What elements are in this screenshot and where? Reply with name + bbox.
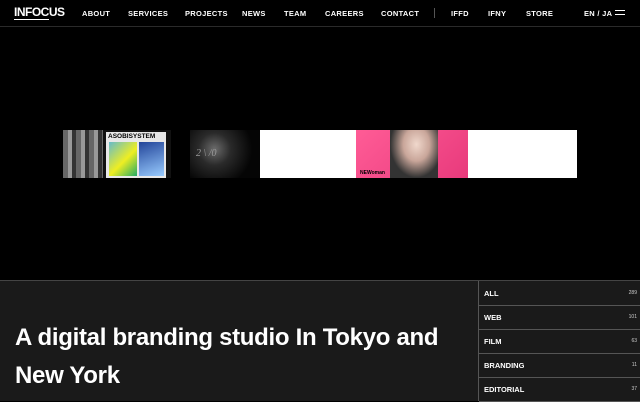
project-image bbox=[109, 142, 137, 176]
category-film[interactable]: FILM 63 bbox=[479, 329, 640, 354]
category-name: WEB bbox=[484, 313, 502, 322]
infocus-logo[interactable]: INFOCUS bbox=[14, 6, 65, 18]
category-name: EDITORIAL bbox=[484, 385, 525, 394]
category-count: 101 bbox=[628, 314, 637, 320]
project-thumbnail-label: 2 \ /0 bbox=[196, 148, 217, 159]
nav-about[interactable]: ABOUT bbox=[82, 9, 110, 18]
category-name: FILM bbox=[484, 337, 502, 346]
category-name: BRANDING bbox=[484, 361, 525, 370]
category-count: 289 bbox=[628, 290, 637, 296]
hero-carousel: ASOBISYSTEM 2 \ /0 NEWoman bbox=[0, 27, 640, 279]
project-thumbnail-label: ASOBISYSTEM bbox=[108, 133, 156, 140]
category-count: 63 bbox=[631, 338, 637, 344]
project-thumbnail-film[interactable]: 2 \ /0 bbox=[190, 130, 260, 178]
top-navigation: INFOCUS ABOUT SERVICES PROJECTS NEWS TEA… bbox=[0, 0, 640, 27]
nav-team[interactable]: TEAM bbox=[284, 9, 306, 18]
nav-services[interactable]: SERVICES bbox=[128, 9, 168, 18]
hamburger-menu-icon[interactable] bbox=[615, 10, 625, 18]
nav-projects[interactable]: PROJECTS bbox=[185, 9, 228, 18]
category-filter-list: ALL 289 WEB 101 FILM 63 BRANDING 11 EDIT… bbox=[478, 281, 640, 402]
nav-divider bbox=[434, 8, 435, 18]
category-editorial[interactable]: EDITORIAL 37 bbox=[479, 377, 640, 402]
language-switch[interactable]: EN / JA bbox=[584, 9, 612, 18]
category-all[interactable]: ALL 289 bbox=[479, 281, 640, 306]
intro-section: A digital branding studio In Tokyo and N… bbox=[0, 280, 640, 402]
project-thumbnail-newoman[interactable]: NEWoman bbox=[260, 130, 577, 178]
project-image bbox=[139, 142, 164, 176]
category-count: 11 bbox=[631, 362, 637, 368]
project-thumbnail-label: NEWoman bbox=[360, 170, 385, 176]
page-headline: A digital branding studio In Tokyo and N… bbox=[15, 324, 439, 389]
project-image bbox=[63, 130, 103, 178]
category-name: ALL bbox=[484, 289, 499, 298]
project-image bbox=[390, 130, 438, 178]
category-web[interactable]: WEB 101 bbox=[479, 305, 640, 330]
nav-ifny[interactable]: IFNY bbox=[488, 9, 506, 18]
nav-iffd[interactable]: IFFD bbox=[451, 9, 469, 18]
nav-careers[interactable]: CAREERS bbox=[325, 9, 364, 18]
category-count: 37 bbox=[631, 386, 637, 392]
project-thumbnail-asobisystem[interactable]: ASOBISYSTEM bbox=[63, 130, 171, 178]
nav-store[interactable]: STORE bbox=[526, 9, 553, 18]
category-branding[interactable]: BRANDING 11 bbox=[479, 353, 640, 378]
project-card: ASOBISYSTEM bbox=[106, 132, 166, 178]
nav-contact[interactable]: CONTACT bbox=[381, 9, 419, 18]
nav-news[interactable]: NEWS bbox=[242, 9, 266, 18]
logo-underline bbox=[14, 19, 49, 20]
